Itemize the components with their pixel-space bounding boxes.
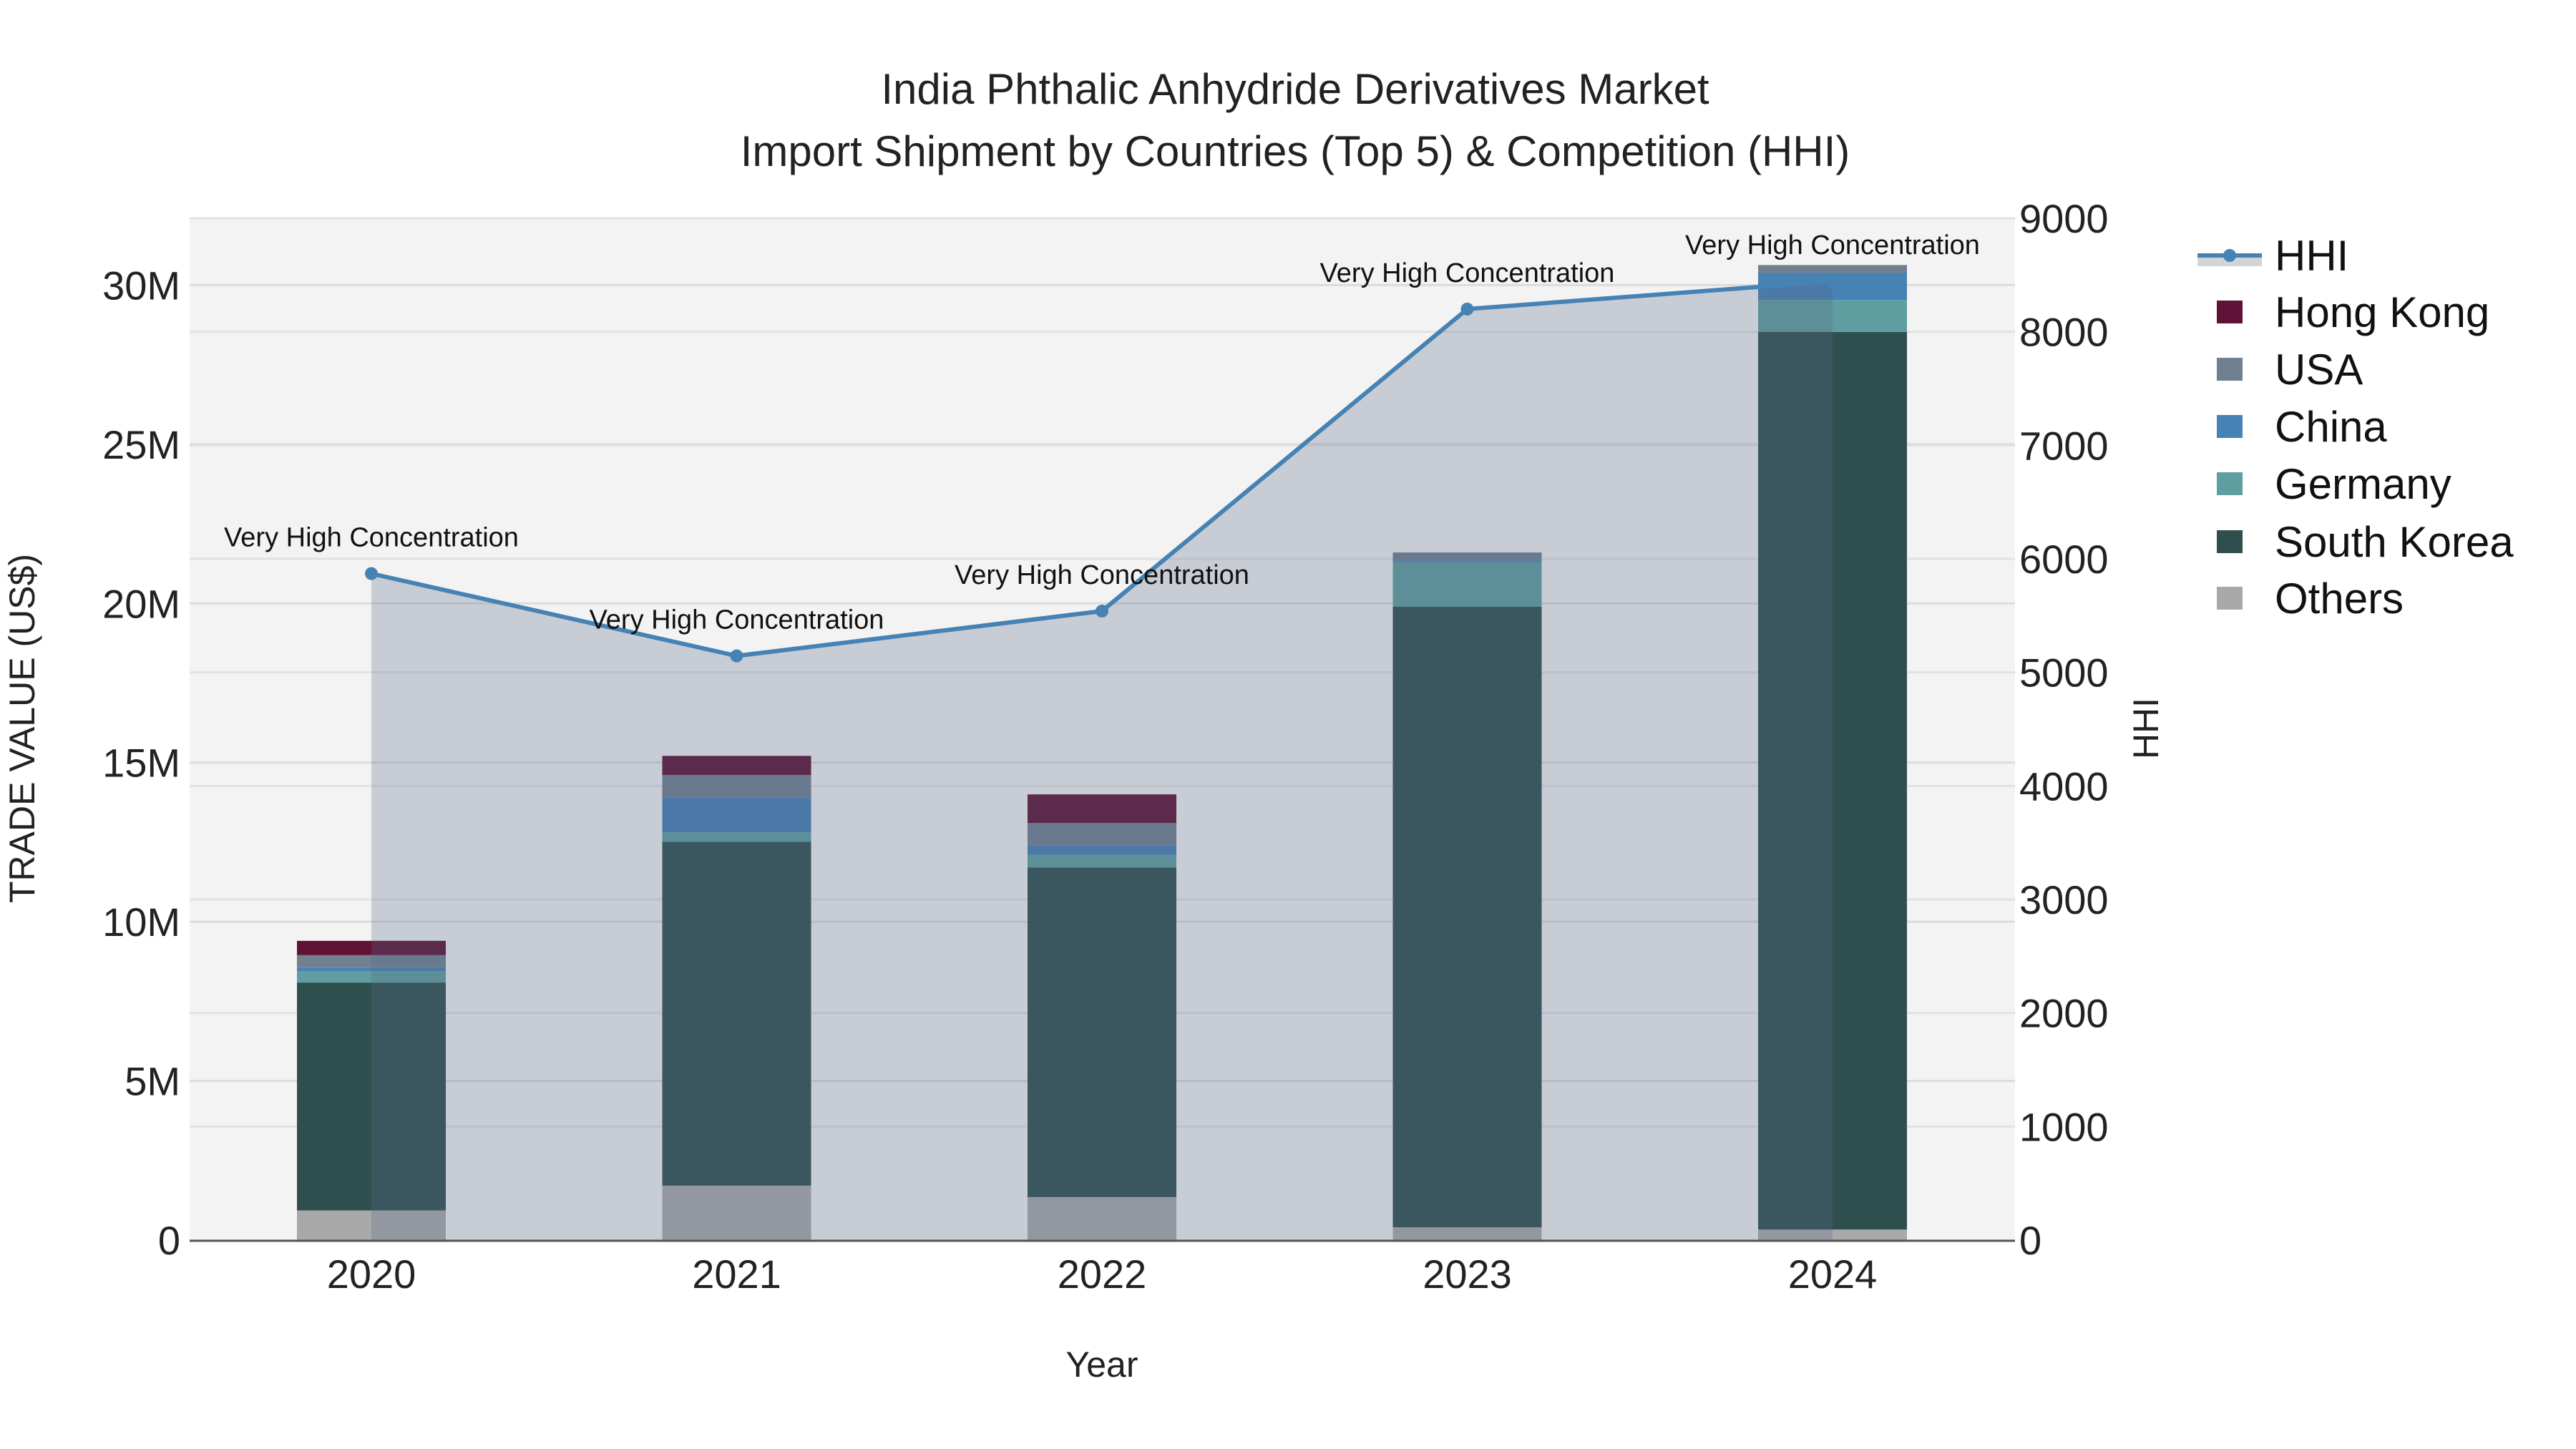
legend-label: USA (2275, 346, 2363, 394)
hhi-point-2022 (1096, 604, 1108, 618)
hhi-point-2024 (1826, 275, 1839, 288)
chart-title: India Phthalic Anhydride Derivatives Mar… (881, 65, 1709, 113)
x-tick-label: 2022 (1058, 1252, 1147, 1297)
legend-hhi-marker-icon (2223, 249, 2236, 262)
legend: HHI Hong Kong USA China Germany South Korea Ot… (2197, 232, 2514, 623)
y2-tick-label: 8000 (2019, 310, 2109, 355)
hhi-annotation: Very High Concentration (1320, 258, 1615, 288)
y2-tick-label: 5000 (2019, 650, 2109, 696)
legend-label: Germany (2275, 460, 2451, 508)
hhi-point-2020 (365, 567, 378, 580)
y2-tick-label: 3000 (2019, 877, 2109, 922)
legend-swatch-usa (2217, 358, 2243, 381)
legend-label: China (2275, 403, 2387, 451)
x-tick-label: 2024 (1788, 1252, 1878, 1297)
hhi-annotation: Very High Concentration (224, 523, 519, 553)
legend-swatch-others (2217, 587, 2243, 610)
hhi-annotation: Very High Concentration (590, 605, 884, 635)
x-tick-label: 2023 (1423, 1252, 1512, 1297)
chart: Very High Concentration Very High Concent… (2, 65, 2514, 1385)
y-tick-label: 5M (125, 1059, 180, 1104)
y-tick-label: 0 (158, 1218, 180, 1263)
y-tick-label: 10M (102, 899, 180, 945)
chart-subtitle: Import Shipment by Countries (Top 5) & C… (741, 127, 1850, 175)
y2-tick-label: 0 (2019, 1218, 2041, 1263)
y-tick-label: 20M (102, 581, 180, 626)
hhi-annotation: Very High Concentration (1685, 230, 1980, 260)
legend-label: HHI (2275, 232, 2348, 280)
hhi-annotation: Very High Concentration (955, 560, 1249, 590)
hhi-point-2023 (1460, 302, 1474, 316)
y2-tick-label: 7000 (2019, 423, 2109, 468)
legend-swatch-south-korea (2217, 530, 2243, 553)
y2-tick-label: 9000 (2019, 196, 2109, 241)
y2-axis-title: HHI (2126, 698, 2166, 759)
x-axis-title: Year (1065, 1345, 1138, 1385)
legend-label: Others (2275, 575, 2404, 623)
hhi-point-2021 (730, 649, 743, 663)
legend-label: South Korea (2275, 518, 2514, 566)
x-tick-label: 2020 (327, 1252, 416, 1297)
y2-tick-label: 4000 (2019, 763, 2109, 809)
legend-label: Hong Kong (2275, 288, 2489, 336)
y-tick-label: 25M (102, 422, 180, 467)
y2-tick-label: 1000 (2019, 1104, 2109, 1149)
legend-swatch-germany (2217, 472, 2243, 495)
legend-swatch-china (2217, 415, 2243, 438)
y2-tick-label: 6000 (2019, 537, 2109, 582)
legend-swatch-hong-kong (2217, 301, 2243, 323)
y-tick-label: 15M (102, 741, 180, 786)
x-tick-label: 2021 (692, 1252, 781, 1297)
bar-usa-2024 (1758, 265, 1907, 273)
y-axis-title: TRADE VALUE (US$) (2, 554, 42, 903)
y2-tick-label: 2000 (2019, 991, 2109, 1036)
y-tick-label: 30M (102, 263, 180, 308)
